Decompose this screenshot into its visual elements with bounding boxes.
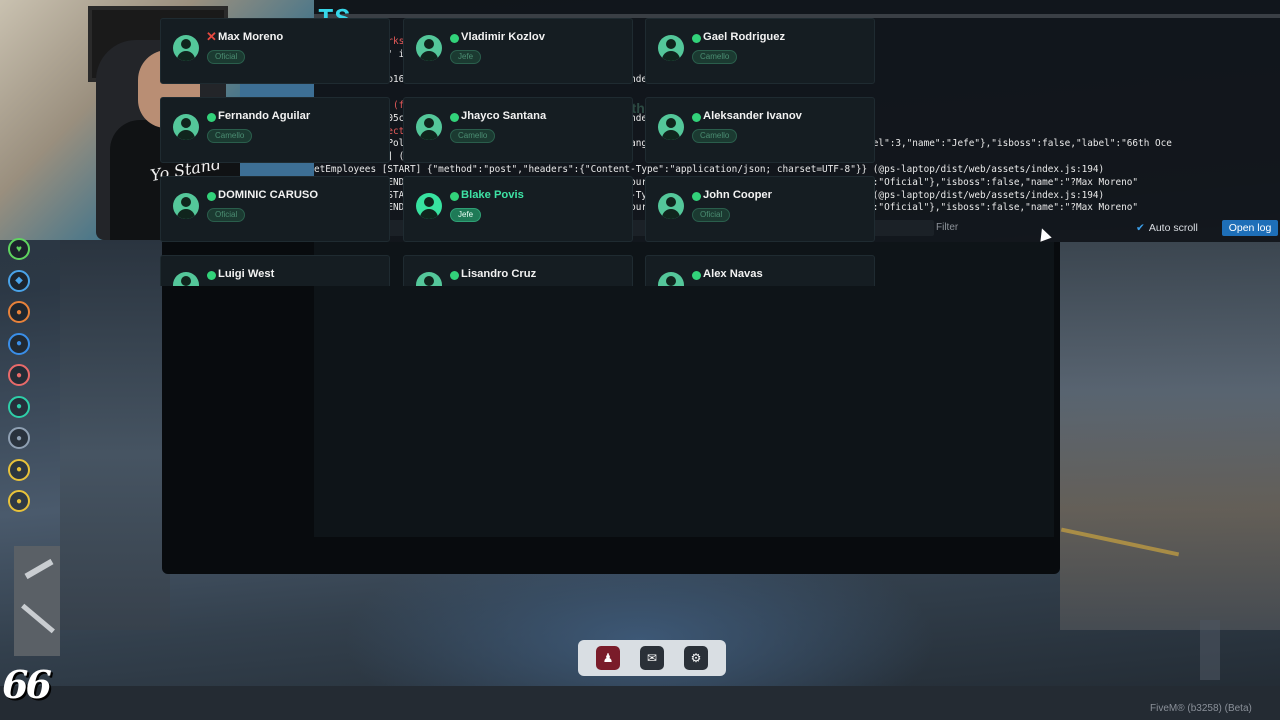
member-name: Blake Povis	[461, 189, 524, 201]
bottom-bar	[0, 686, 1280, 720]
offline-icon: ✕	[206, 29, 217, 44]
rank-badge: Oficial	[207, 50, 246, 64]
avatar-icon	[658, 35, 684, 61]
online-icon	[207, 113, 216, 122]
online-icon	[450, 34, 459, 43]
armor-icon: ◆	[8, 269, 30, 292]
member-card[interactable]: Alex Navas	[645, 255, 875, 286]
eye-icon: ●	[8, 395, 30, 418]
rank-badge: Camello	[692, 129, 738, 143]
online-icon	[692, 113, 701, 122]
check-icon: ✔	[1136, 222, 1145, 234]
laptop-content	[314, 242, 1054, 537]
avatar-icon	[416, 35, 442, 61]
online-icon	[692, 192, 701, 201]
member-name: Alex Navas	[703, 268, 763, 280]
member-name: Jhayco Santana	[461, 110, 547, 122]
online-icon	[450, 113, 459, 122]
rank-badge: Camello	[692, 50, 738, 64]
mail-icon[interactable]: ✉	[640, 646, 664, 670]
member-name: John Cooper	[703, 189, 772, 201]
avatar-icon	[658, 193, 684, 219]
settings-icon[interactable]: ⚙	[684, 646, 708, 670]
avatar-icon	[416, 272, 442, 286]
laptop-panel	[162, 242, 1060, 574]
rank-badge: Camello	[207, 129, 253, 143]
avatar-icon	[173, 272, 199, 286]
watermark	[1200, 620, 1220, 680]
auto-scroll-label: Auto scroll	[1148, 222, 1198, 234]
server-logo: 66	[2, 662, 52, 707]
member-card[interactable]: Jhayco Santana Camello	[403, 97, 633, 163]
avatar-icon	[173, 114, 199, 140]
member-card[interactable]: John Cooper Oficial	[645, 176, 875, 242]
avatar-icon	[658, 272, 684, 286]
online-icon	[450, 192, 459, 201]
rank-badge: Camello	[450, 129, 496, 143]
status-hud: ♥ ◆ ● ● ● ● ● ● ●	[8, 238, 34, 522]
game-scene-right	[1060, 230, 1280, 630]
minimap	[14, 546, 60, 656]
stamina-icon: ●	[8, 458, 30, 481]
health-icon: ♥	[8, 238, 30, 260]
online-icon	[207, 192, 216, 201]
member-name: Lisandro Cruz	[461, 268, 537, 280]
avatar-icon	[416, 114, 442, 140]
money-icon: ●	[8, 490, 30, 512]
rank-badge: Oficial	[207, 208, 246, 222]
member-name: DOMINIC CARUSO	[218, 189, 319, 201]
filter-input[interactable]: Filter	[936, 222, 958, 233]
headset-icon: ●	[8, 427, 30, 449]
stress-icon: ●	[8, 364, 30, 386]
member-card[interactable]: Gael Rodriguez Camello	[645, 18, 875, 84]
taskbar-dock: ♟ ✉ ⚙	[578, 640, 726, 676]
member-card[interactable]: ✕ Max Moreno Oficial	[160, 18, 390, 84]
member-card[interactable]: Vladimir Kozlov Jefe	[403, 18, 633, 84]
online-icon	[450, 271, 459, 280]
avatar-icon	[173, 35, 199, 61]
notification-icon[interactable]: ♟	[596, 646, 620, 670]
thirst-icon: ●	[8, 332, 30, 355]
member-name: Max Moreno	[218, 31, 284, 43]
member-name: Fernando Aguilar	[218, 110, 311, 122]
member-card[interactable]: DOMINIC CARUSO Oficial	[160, 176, 390, 242]
online-icon	[692, 271, 701, 280]
member-name: Luigi West	[218, 268, 275, 280]
build-label: FiveM® (b3258) (Beta)	[1150, 703, 1252, 714]
member-name: Vladimir Kozlov	[461, 31, 545, 43]
member-card[interactable]: Luigi West	[160, 255, 390, 286]
member-name: Aleksander Ivanov	[703, 110, 802, 122]
hunger-icon: ●	[8, 301, 30, 323]
avatar-icon	[658, 114, 684, 140]
member-name: Gael Rodriguez	[703, 31, 786, 43]
avatar-icon	[416, 193, 442, 219]
member-card[interactable]: Fernando Aguilar Camello	[160, 97, 390, 163]
rank-badge: Jefe	[450, 208, 482, 222]
member-card[interactable]: Lisandro Cruz	[403, 255, 633, 286]
avatar-icon	[173, 193, 199, 219]
online-icon	[207, 271, 216, 280]
rank-badge: Jefe	[450, 50, 482, 64]
rank-badge: Oficial	[692, 208, 731, 222]
member-grid: ✕ Max Moreno Oficial Vladimir Kozlov Jefe Gae…	[160, 18, 876, 286]
open-log-button[interactable]: Open log	[1222, 220, 1278, 236]
member-card[interactable]: Aleksander Ivanov Camello	[645, 97, 875, 163]
game-scene-left	[60, 240, 170, 630]
auto-scroll-toggle[interactable]: ✔ Auto scroll	[1136, 222, 1198, 234]
member-card[interactable]: Blake Povis Jefe	[403, 176, 633, 242]
online-icon	[692, 34, 701, 43]
